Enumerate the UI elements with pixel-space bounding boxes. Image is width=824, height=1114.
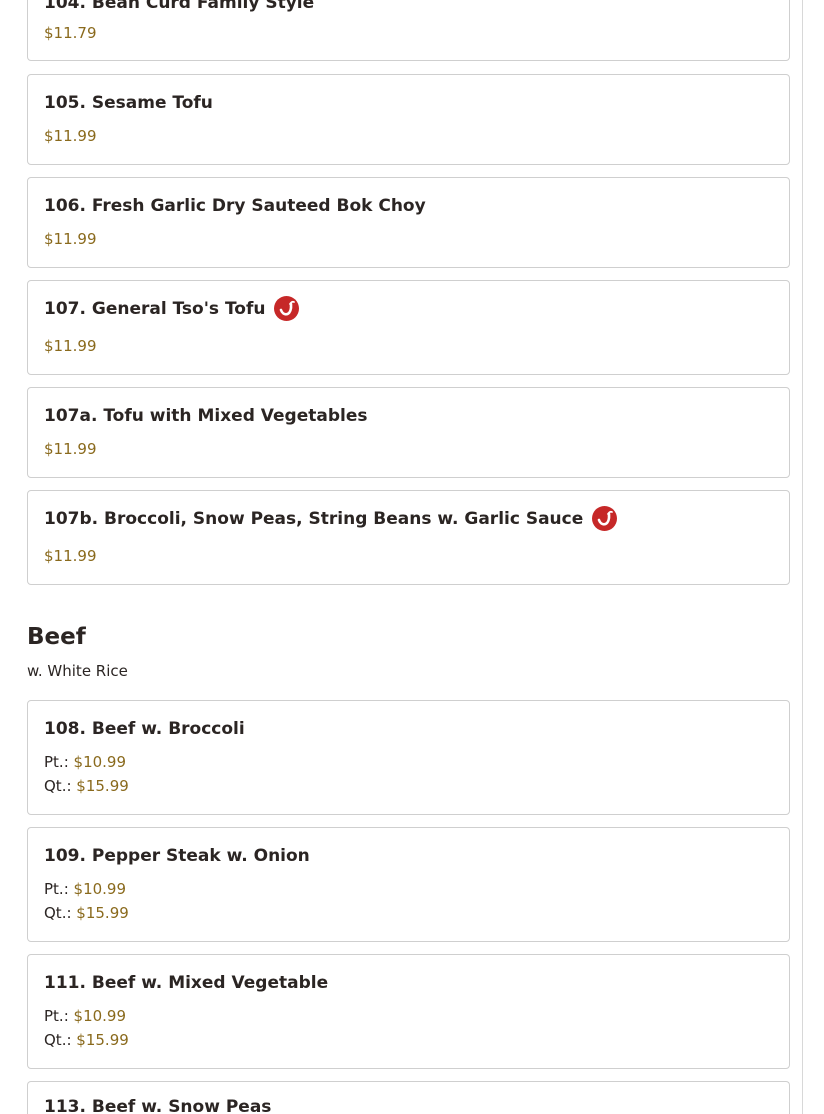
pint-price-row: Pt.: $10.99: [44, 880, 126, 898]
size-price: $10.99: [73, 1007, 127, 1025]
menu-item-price: $11.99: [44, 440, 97, 458]
size-price: $15.99: [76, 777, 129, 795]
size-price: $10.99: [73, 753, 127, 771]
size-price: $15.99: [76, 1031, 129, 1049]
menu-item-name: 107b. Broccoli, Snow Peas, String Beans …: [44, 506, 618, 531]
size-label: Qt.:: [44, 777, 72, 795]
size-label: Qt.:: [44, 1031, 72, 1049]
menu-item-price: $11.79: [44, 24, 97, 42]
size-label: Pt.:: [44, 1007, 69, 1025]
menu-item-card[interactable]: 106. Fresh Garlic Dry Sauteed Bok Choy $…: [27, 177, 790, 268]
menu-item-name: 107a. Tofu with Mixed Vegetables: [44, 406, 368, 426]
menu-item-price: $11.99: [44, 127, 97, 145]
size-price: $10.99: [73, 880, 127, 898]
menu-item-name: 108. Beef w. Broccoli: [44, 719, 245, 739]
menu-item-card[interactable]: 109. Pepper Steak w. Onion Pt.: $10.99 Q…: [27, 827, 790, 942]
menu-item-card[interactable]: 113. Beef w. Snow Peas: [27, 1081, 790, 1114]
menu-item-name: 106. Fresh Garlic Dry Sauteed Bok Choy: [44, 196, 426, 216]
size-label: Qt.:: [44, 904, 72, 922]
spicy-pepper-icon: [274, 296, 300, 321]
menu-item-card[interactable]: 107b. Broccoli, Snow Peas, String Beans …: [27, 490, 790, 585]
size-label: Pt.:: [44, 753, 69, 771]
scrollbar-track[interactable]: [802, 0, 803, 1114]
spicy-pepper-icon: [592, 506, 618, 531]
menu-item-name: 113. Beef w. Snow Peas: [44, 1097, 272, 1114]
menu-item-name: 107. General Tso's Tofu: [44, 296, 300, 321]
pint-price-row: Pt.: $10.99: [44, 1007, 126, 1025]
menu-item-name: 111. Beef w. Mixed Vegetable: [44, 973, 329, 993]
menu-item-name: 104. Bean Curd Family Style: [44, 0, 315, 13]
section-subtitle: w. White Rice: [27, 662, 128, 680]
size-price: $15.99: [76, 904, 129, 922]
size-label: Pt.:: [44, 880, 69, 898]
menu-item-price: $11.99: [44, 230, 97, 248]
menu-item-card[interactable]: 107a. Tofu with Mixed Vegetables $11.99: [27, 387, 790, 478]
menu-item-price: $11.99: [44, 547, 97, 565]
menu-item-card[interactable]: 111. Beef w. Mixed Vegetable Pt.: $10.99…: [27, 954, 790, 1069]
menu-item-name: 109. Pepper Steak w. Onion: [44, 846, 310, 866]
quart-price-row: Qt.: $15.99: [44, 1031, 129, 1049]
pint-price-row: Pt.: $10.99: [44, 753, 126, 771]
section-title: Beef: [27, 624, 86, 650]
quart-price-row: Qt.: $15.99: [44, 904, 129, 922]
quart-price-row: Qt.: $15.99: [44, 777, 129, 795]
menu-item-price: $11.99: [44, 337, 97, 355]
menu-item-card[interactable]: 108. Beef w. Broccoli Pt.: $10.99 Qt.: $…: [27, 700, 790, 815]
menu-item-name: 105. Sesame Tofu: [44, 93, 213, 113]
menu-item-card[interactable]: 105. Sesame Tofu $11.99: [27, 74, 790, 165]
menu-item-card[interactable]: 107. General Tso's Tofu $11.99: [27, 280, 790, 375]
menu-item-card[interactable]: 104. Bean Curd Family Style $11.79: [27, 0, 790, 61]
